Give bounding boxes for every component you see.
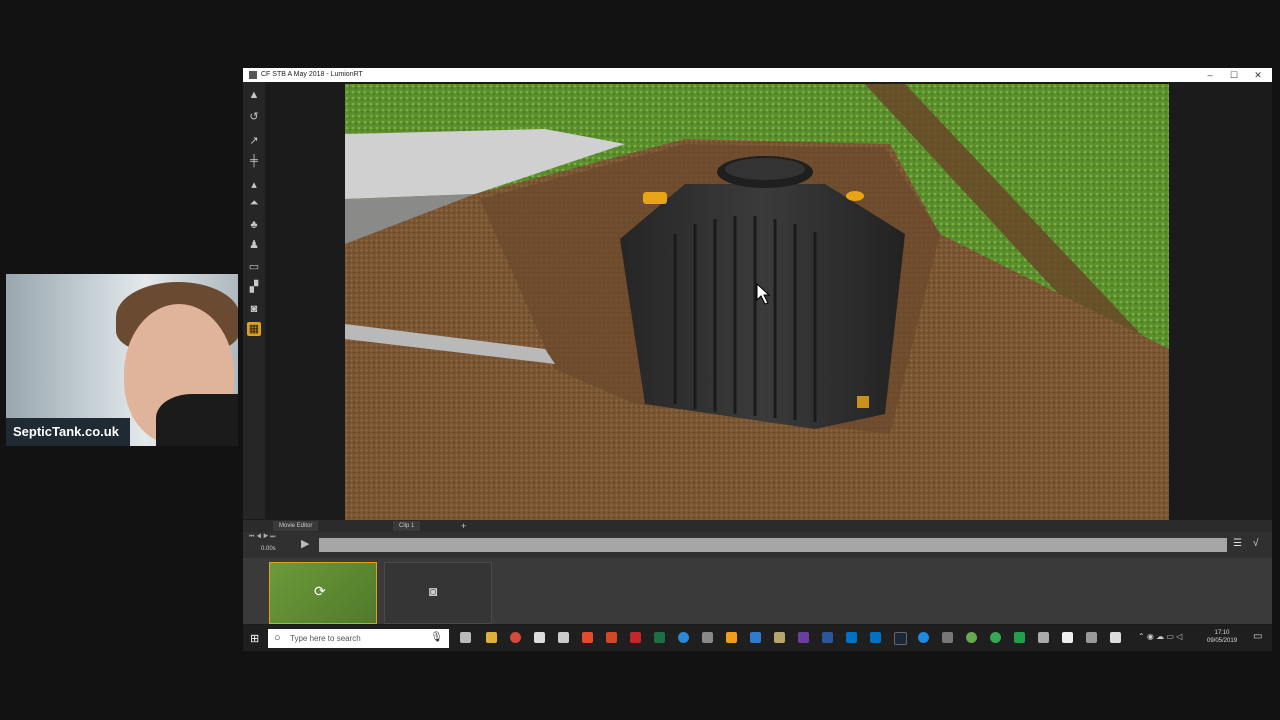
edge-icon[interactable] bbox=[918, 632, 929, 643]
3d-viewport[interactable] bbox=[345, 84, 1169, 520]
landscape-icon[interactable]: ▴ bbox=[247, 178, 261, 192]
title-bar: CF STB A May 2018 - LumionRT – ☐ ✕ bbox=[243, 68, 1272, 82]
lumion-icon[interactable] bbox=[1086, 632, 1097, 643]
move-icon[interactable]: ↗ bbox=[247, 134, 261, 148]
close-button[interactable]: ✕ bbox=[1247, 69, 1269, 81]
app-icon bbox=[249, 71, 257, 79]
app-s-icon[interactable] bbox=[582, 632, 593, 643]
system-tray-icons[interactable]: ⌃ ◉ ☁ ▭ ◁ bbox=[1138, 632, 1182, 641]
chrome-icon[interactable] bbox=[510, 632, 521, 643]
webcam-caption: SepticTank.co.uk bbox=[6, 418, 130, 446]
inlet-pipe bbox=[643, 192, 667, 204]
add-clip-slot[interactable]: ◙ bbox=[384, 562, 492, 624]
transport-controls[interactable]: ⏮ ◀ ▶ ⏭ bbox=[249, 534, 276, 541]
excel-icon[interactable] bbox=[654, 632, 665, 643]
objects-icon[interactable]: ▞ bbox=[247, 280, 261, 294]
webcam-overlay: SepticTank.co.uk bbox=[6, 274, 238, 446]
clock[interactable]: 17:10 09/05/2019 bbox=[1207, 629, 1237, 645]
clock-date: 09/05/2019 bbox=[1207, 638, 1238, 644]
tool-strip: ▲ ↺ ↗ ╪ ▴ ⏶ ♣ ♟ ▭ ▞ ◙ ▦ bbox=[243, 82, 265, 519]
app-window: CF STB A May 2018 - LumionRT – ☐ ✕ ▲ ↺ ↗… bbox=[243, 68, 1272, 651]
refresh-icon[interactable]: ⟳ bbox=[314, 583, 326, 600]
search-icon: ○ bbox=[274, 632, 281, 644]
search-box[interactable]: ○ Type here to search 🎙 bbox=[268, 629, 449, 648]
add-clip-button[interactable]: + bbox=[461, 521, 466, 531]
person-icon[interactable]: ♟ bbox=[247, 238, 261, 252]
movie-icon[interactable]: ▦ bbox=[247, 322, 261, 336]
timeline-ruler[interactable] bbox=[319, 538, 1227, 552]
camera-icon[interactable]: ◙ bbox=[247, 302, 261, 316]
bucket-icon[interactable]: ▲ bbox=[247, 88, 261, 102]
taskbar: ⊞ ○ Type here to search 🎙 ⌃ ◉ ☁ ▭ ◁ 17:1… bbox=[243, 625, 1272, 651]
timeline: ⏮ ◀ ▶ ⏭ 0.00s ▶ ☰ √ bbox=[243, 532, 1272, 558]
app-green-icon[interactable] bbox=[966, 632, 977, 643]
clip-tray: ⟳ ◙ bbox=[243, 558, 1272, 624]
mail-icon[interactable] bbox=[558, 632, 569, 643]
calendar-icon[interactable] bbox=[846, 632, 857, 643]
scene-render bbox=[345, 84, 1169, 520]
photos-icon[interactable] bbox=[1110, 632, 1121, 643]
adjust-icon[interactable]: ╪ bbox=[247, 154, 261, 168]
skype-icon[interactable] bbox=[678, 632, 689, 643]
maximize-button[interactable]: ☐ bbox=[1223, 69, 1245, 81]
file-explorer-icon[interactable] bbox=[486, 632, 497, 643]
app-jw-icon[interactable] bbox=[798, 632, 809, 643]
presenter-shirt bbox=[156, 394, 238, 446]
camera-add-icon: ◙ bbox=[429, 583, 438, 599]
notification-icon[interactable]: ▭ bbox=[1253, 631, 1262, 642]
task-view-icon[interactable] bbox=[460, 632, 471, 643]
calculator-icon[interactable] bbox=[702, 632, 713, 643]
clock-time: 17:10 bbox=[1214, 630, 1230, 636]
app-orange-icon[interactable] bbox=[726, 632, 737, 643]
outlook-icon[interactable] bbox=[870, 632, 881, 643]
powerpoint-icon[interactable] bbox=[606, 632, 617, 643]
app-gear-icon[interactable] bbox=[942, 632, 953, 643]
tab-movie-editor[interactable]: Movie Editor bbox=[273, 521, 319, 531]
clip-thumbnail-1[interactable]: ⟳ bbox=[269, 562, 377, 624]
app-grid-icon[interactable] bbox=[1038, 632, 1049, 643]
acrobat-icon[interactable] bbox=[630, 632, 641, 643]
time-readout: 0.00s bbox=[261, 546, 276, 552]
store-icon[interactable] bbox=[534, 632, 545, 643]
base-fitting bbox=[857, 396, 869, 408]
play-icon[interactable]: ▶ bbox=[301, 537, 309, 550]
windows-start-icon[interactable]: ⊞ bbox=[250, 632, 259, 645]
septic-tank bbox=[620, 184, 905, 429]
curve-icon[interactable]: √ bbox=[1253, 538, 1259, 549]
tree-icon[interactable]: ♣ bbox=[247, 218, 261, 232]
minimize-button[interactable]: – bbox=[1199, 69, 1221, 81]
microphone-icon[interactable]: 🎙 bbox=[430, 632, 443, 643]
vehicle-icon[interactable]: ▭ bbox=[247, 260, 261, 274]
camera-app-icon[interactable] bbox=[1062, 632, 1073, 643]
movie-editor-bar: Movie Editor Clip 1 + bbox=[243, 520, 1272, 532]
menu-icon[interactable]: ☰ bbox=[1233, 538, 1242, 549]
folder-icon[interactable] bbox=[774, 632, 785, 643]
drive-icon[interactable] bbox=[750, 632, 761, 643]
app-globe-icon[interactable] bbox=[990, 632, 1001, 643]
word-icon[interactable] bbox=[822, 632, 833, 643]
app-c-icon[interactable] bbox=[1014, 632, 1025, 643]
tab-clip-1[interactable]: Clip 1 bbox=[393, 521, 421, 531]
window-title: CF STB A May 2018 - LumionRT bbox=[261, 71, 363, 78]
steam-icon[interactable] bbox=[894, 632, 907, 645]
outlet-pipe bbox=[846, 191, 864, 201]
search-placeholder: Type here to search bbox=[290, 634, 361, 643]
undo-icon[interactable]: ↺ bbox=[247, 110, 261, 124]
terrain-icon[interactable]: ⏶ bbox=[247, 196, 261, 210]
